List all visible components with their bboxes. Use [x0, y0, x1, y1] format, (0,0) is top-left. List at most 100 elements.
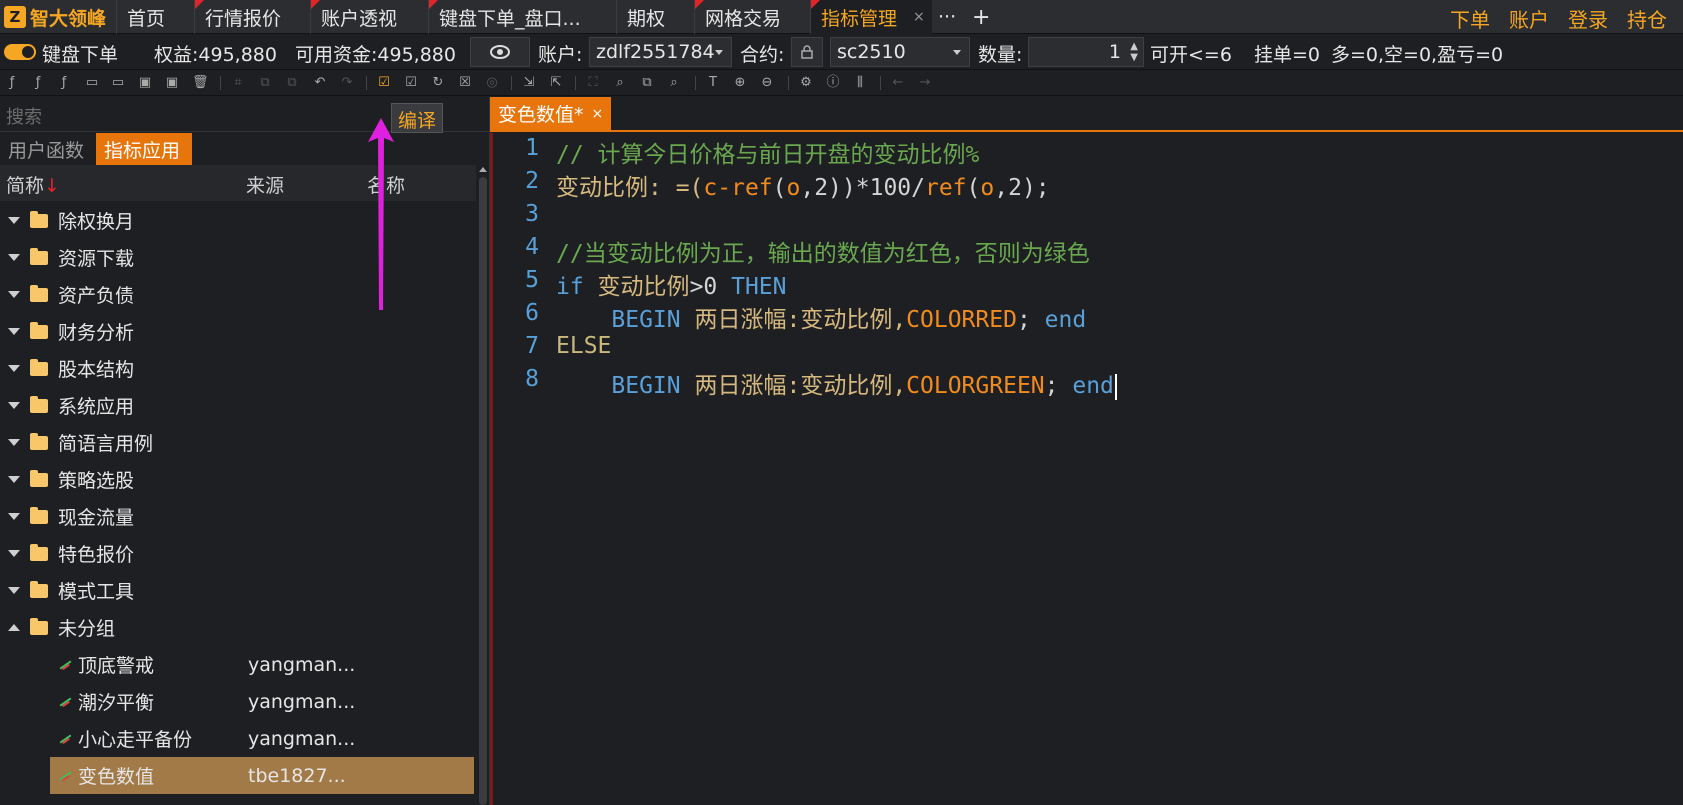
- zoom-in-icon[interactable]: ⊕: [732, 75, 748, 91]
- expand-icon[interactable]: [8, 365, 20, 372]
- folder-row[interactable]: 资产负债: [0, 276, 476, 313]
- close-icon[interactable]: ×: [592, 106, 604, 122]
- trading-info-bar: 键盘下单 权益:495,880 可用资金:495,880 账户: zdlf255…: [0, 34, 1683, 70]
- tab-close-icon[interactable]: ×: [913, 9, 925, 25]
- code-line-6: BEGIN 两日涨幅:变动比例,COLORRED; end: [556, 300, 1086, 334]
- expand-icon[interactable]: [8, 476, 20, 483]
- folder-row[interactable]: 模式工具: [0, 572, 476, 609]
- positions-button[interactable]: 持仓: [1627, 4, 1667, 33]
- back-arrow-icon[interactable]: ←: [890, 75, 906, 91]
- column-short-name[interactable]: 简称↓: [6, 171, 60, 198]
- column-source[interactable]: 来源: [246, 171, 284, 198]
- editor-tab[interactable]: 变色数值* ×: [490, 97, 612, 130]
- paste-icon[interactable]: ⧉: [284, 75, 300, 91]
- expand-icon[interactable]: [8, 402, 20, 409]
- lock-button[interactable]: [791, 37, 823, 67]
- expand-icon[interactable]: [8, 587, 20, 594]
- expand-icon[interactable]: [8, 254, 20, 261]
- list-item[interactable]: 顶底警戒 yangman...: [50, 646, 474, 683]
- tab-grid-trading[interactable]: 网格交易: [694, 0, 810, 34]
- save-icon[interactable]: ▣: [137, 75, 153, 91]
- zoom-out-icon[interactable]: ⊖: [759, 75, 775, 91]
- folder-row[interactable]: 除权换月: [0, 202, 476, 239]
- code-editor[interactable]: 1 2 3 4 5 6 7 8 // 计算今日价格与前日开盘的变动比例% 变动比…: [490, 133, 1683, 805]
- tab-options[interactable]: 期权: [616, 0, 694, 34]
- font-icon[interactable]: T: [705, 75, 721, 91]
- copy-icon[interactable]: ⧉: [257, 75, 273, 91]
- tabs-more-button[interactable]: ···: [932, 0, 964, 34]
- export-icon[interactable]: ⇱: [548, 75, 564, 91]
- tab-keyboard-order[interactable]: 键盘下单_盘口...: [428, 0, 616, 34]
- tree-scrollbar[interactable]: [477, 165, 489, 805]
- code-token: if: [556, 274, 584, 300]
- collapse-icon[interactable]: [8, 624, 20, 631]
- login-button[interactable]: 登录: [1568, 4, 1608, 33]
- crop-icon[interactable]: ⌗: [230, 75, 246, 91]
- quantity-stepper[interactable]: 1 ▲ ▼: [1028, 37, 1144, 67]
- scroll-thumb[interactable]: [479, 177, 487, 805]
- expand-icon[interactable]: [8, 217, 20, 224]
- search-icon[interactable]: ⌕: [612, 75, 628, 91]
- expand-icon[interactable]: [8, 328, 20, 335]
- equity-value: 权益:495,880: [154, 44, 277, 66]
- open-folder-icon[interactable]: ▭: [110, 75, 126, 91]
- gear-icon[interactable]: ⚙: [798, 75, 814, 91]
- find-replace-icon[interactable]: ⧉: [639, 75, 655, 91]
- new-strategy-icon[interactable]: ƒ: [56, 75, 72, 91]
- refresh-icon[interactable]: ↻: [430, 75, 446, 91]
- folder-row[interactable]: 股本结构: [0, 350, 476, 387]
- save-all-icon[interactable]: ▣: [164, 75, 180, 91]
- redo-icon[interactable]: ↷: [339, 75, 355, 91]
- folder-row[interactable]: 财务分析: [0, 313, 476, 350]
- new-indicator-icon[interactable]: ƒ: [30, 75, 46, 91]
- folder-icon: [30, 210, 48, 228]
- list-item[interactable]: 小心走平备份 yangman...: [50, 720, 474, 757]
- folder-row[interactable]: 资源下载: [0, 239, 476, 276]
- delete-icon[interactable]: 🗑: [192, 75, 209, 91]
- folder-row[interactable]: 未分组: [0, 609, 476, 646]
- account-button[interactable]: 账户: [1509, 4, 1549, 33]
- tab-account-view[interactable]: 账户透视: [310, 0, 428, 34]
- scroll-up-icon[interactable]: [479, 167, 487, 172]
- visibility-button[interactable]: [470, 37, 530, 67]
- folder-row[interactable]: 系统应用: [0, 387, 476, 424]
- info-icon[interactable]: ⓘ: [825, 75, 841, 91]
- folder-row[interactable]: 策略选股: [0, 461, 476, 498]
- keyboard-order-toggle[interactable]: [4, 44, 36, 60]
- find-in-files-icon[interactable]: ⌕: [666, 75, 682, 91]
- folder-icon[interactable]: ▭: [84, 75, 100, 91]
- tab-quotes[interactable]: 行情报价: [194, 0, 310, 34]
- tab-user-functions[interactable]: 用户函数: [0, 133, 96, 165]
- new-function-icon[interactable]: ƒ: [4, 75, 20, 91]
- list-item-selected[interactable]: 变色数值 tbe1827...: [50, 757, 474, 794]
- tab-home[interactable]: 首页: [116, 0, 194, 34]
- account-select[interactable]: zdlf2551784: [589, 37, 732, 67]
- select-icon[interactable]: ⛶: [585, 75, 601, 91]
- folder-label: 现金流量: [58, 507, 135, 529]
- folder-icon: [30, 580, 48, 598]
- expand-icon[interactable]: [8, 550, 20, 557]
- list-item[interactable]: 潮汐平衡 yangman...: [50, 683, 474, 720]
- folder-row[interactable]: 特色报价: [0, 535, 476, 572]
- import-icon[interactable]: ⇲: [521, 75, 537, 91]
- expand-icon[interactable]: [8, 513, 20, 520]
- expand-icon[interactable]: [8, 291, 20, 298]
- marker-icon: [311, 0, 320, 9]
- contract-select[interactable]: sc2510: [830, 37, 970, 67]
- candlestick-icon[interactable]: ⫼: [852, 75, 868, 91]
- expand-icon[interactable]: [8, 439, 20, 446]
- folder-row[interactable]: 简语言用例: [0, 424, 476, 461]
- position-summary-value: 多=0,空=0,盈亏=0: [1331, 44, 1504, 66]
- folder-row[interactable]: 现金流量: [0, 498, 476, 535]
- check-icon[interactable]: ☒: [457, 75, 473, 91]
- undo-icon[interactable]: ↶: [312, 75, 328, 91]
- add-tab-button[interactable]: +: [964, 0, 996, 34]
- compile-icon[interactable]: ☑: [376, 75, 392, 91]
- forward-arrow-icon[interactable]: →: [917, 75, 933, 91]
- compile-all-icon[interactable]: ☑: [403, 75, 419, 91]
- order-button[interactable]: 下单: [1450, 4, 1490, 33]
- tab-indicator-apps[interactable]: 指标应用: [96, 133, 192, 165]
- stepper-arrows-icon[interactable]: ▲ ▼: [1130, 41, 1138, 63]
- stop-icon[interactable]: ◎: [484, 75, 500, 91]
- tab-indicator-manager[interactable]: 指标管理 ×: [810, 0, 932, 34]
